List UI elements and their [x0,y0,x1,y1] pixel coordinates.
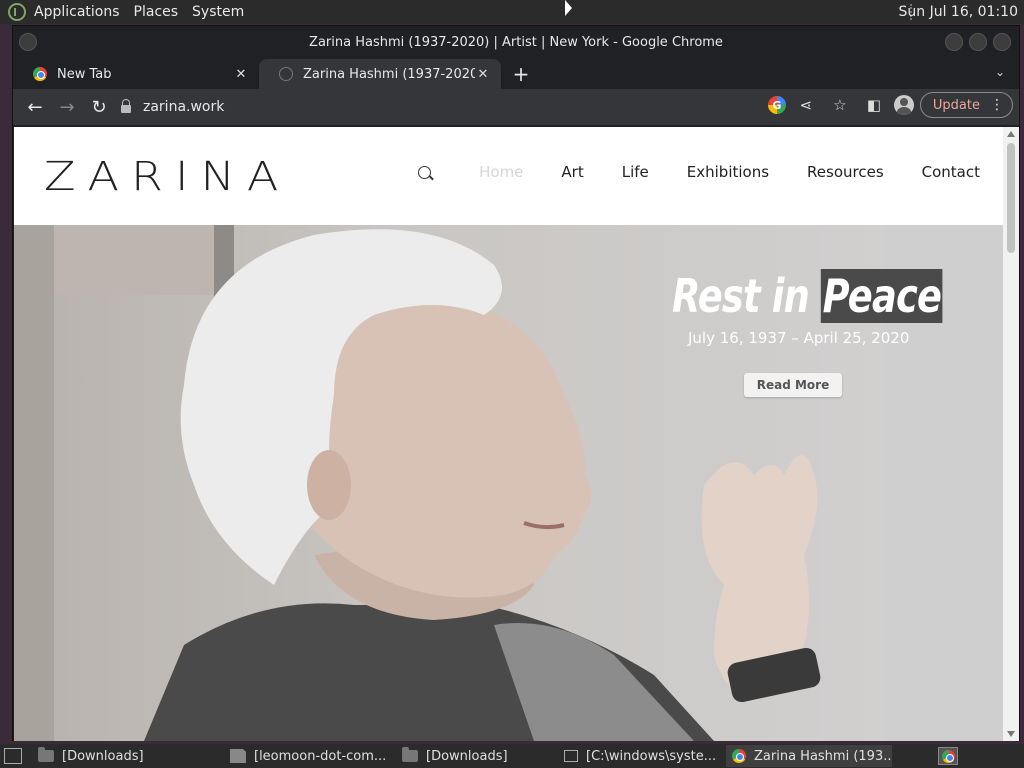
places-menu[interactable]: Places [134,4,179,20]
close-window-icon[interactable] [993,33,1011,51]
task-downloads-2[interactable]: [Downloads] [396,745,554,767]
show-desktop-icon[interactable] [4,748,22,764]
update-button[interactable]: Update ⋮ [919,92,1013,118]
nav-contact[interactable]: Contact [922,163,980,181]
applications-menu[interactable]: Applications [34,4,120,20]
site-logo[interactable]: ZARINA [44,152,290,200]
task-label: [C:\windows\syste... [586,748,717,764]
scrollbar-thumb[interactable] [1007,143,1015,253]
hero-banner: Rest in Peace July 16, 1937 – April 25, … [14,225,1004,741]
terminal-icon [564,750,578,762]
task-label: [Downloads] [426,748,508,764]
hero-dates: July 16, 1937 – April 25, 2020 [688,329,910,347]
close-tab-icon[interactable]: ✕ [233,67,249,82]
nav-life[interactable]: Life [622,163,649,181]
bookmark-star-icon[interactable]: ☆ [826,91,854,119]
google-icon[interactable]: G [767,96,786,114]
toolbar-actions: G ⋖ ☆ ◧ Update ⋮ [767,91,1013,119]
maximize-icon[interactable] [969,33,987,51]
folder-icon [38,747,54,762]
url-text[interactable]: zarina.work [143,99,224,115]
new-tab-button[interactable]: + [507,59,535,89]
task-terminal[interactable]: [C:\windows\syste... [558,745,722,767]
application-icon [230,749,246,763]
address-bar[interactable]: zarina.work [121,99,224,115]
update-label: Update [932,97,980,113]
mate-logo-icon[interactable] [8,3,26,21]
chrome-icon [732,749,746,763]
chrome-icon [33,67,47,81]
site-header: ZARINA Home Art Life Exhibitions Resourc… [14,127,1004,225]
task-downloads-1[interactable]: [Downloads] [32,745,220,767]
tab-label: New Tab [57,66,112,82]
profile-avatar-icon[interactable] [893,95,914,115]
folder-icon [402,747,418,762]
tab-strip: New Tab ✕ Zarina Hashmi (1937-2020) | A … [13,59,1019,89]
chrome-icon [941,749,955,763]
minimize-icon[interactable] [945,33,963,51]
window-title: Zarina Hashmi (1937-2020) | Artist | New… [309,35,723,50]
browser-toolbar: ← → ↻ zarina.work G ⋖ ☆ ◧ Update ⋮ [13,89,1019,125]
tab-search-chevron-icon[interactable]: ⌄ [995,65,1005,79]
site-nav: Home Art Life Exhibitions Resources Cont… [418,163,980,181]
page-scrollbar[interactable] [1003,127,1019,741]
tab-zarina[interactable]: Zarina Hashmi (1937-2020) | A ✕ [259,59,501,89]
tab-new-tab[interactable]: New Tab ✕ [13,59,259,89]
nav-home[interactable]: Home [479,163,523,181]
scroll-up-icon[interactable] [1007,131,1015,137]
browser-window: Zarina Hashmi (1937-2020) | Artist | New… [12,25,1020,741]
search-icon[interactable] [418,165,432,179]
tab-label: Zarina Hashmi (1937-2020) | A [303,66,475,82]
task-chrome[interactable]: Zarina Hashmi (193... [726,745,892,767]
page-icon [279,67,293,81]
forward-icon[interactable]: → [51,91,83,123]
lock-icon[interactable] [121,99,131,113]
task-leomoon[interactable]: [leomoon-dot-com... [224,745,392,767]
window-titlebar[interactable]: Zarina Hashmi (1937-2020) | Artist | New… [13,26,1019,59]
mouse-cursor-icon [565,0,572,21]
share-icon[interactable]: ⋖ [792,91,820,119]
nav-art[interactable]: Art [561,163,583,181]
workspace-chrome-icon[interactable] [938,747,958,765]
task-label: [Downloads] [62,748,144,764]
scroll-down-icon[interactable] [1007,731,1015,737]
hero-title-part1: Rest in [672,269,810,323]
reload-icon[interactable]: ↻ [83,91,115,123]
taskbar: [Downloads] [leomoon-dot-com... [Downloa… [0,744,1024,768]
side-panel-icon[interactable]: ◧ [860,91,888,119]
kebab-menu-icon[interactable]: ⋮ [990,97,1004,113]
close-tab-icon[interactable]: ✕ [475,67,491,82]
system-menu-bar: Applications Places System [34,4,244,20]
hero-title: Rest in Peace [672,269,943,323]
nav-resources[interactable]: Resources [807,163,884,181]
task-label: Zarina Hashmi (193... [754,748,892,764]
clock[interactable]: Sun Jul 16, 01:10 [899,4,1019,20]
hero-title-part2: Peace [821,269,943,323]
window-menu-icon[interactable] [19,33,37,51]
back-icon[interactable]: ← [19,91,51,123]
page-viewport: ZARINA Home Art Life Exhibitions Resourc… [14,127,1004,741]
system-menu[interactable]: System [192,4,244,20]
system-panel: Applications Places System Sun Jul 16, 0… [0,0,1024,24]
nav-exhibitions[interactable]: Exhibitions [687,163,769,181]
read-more-button[interactable]: Read More [744,373,842,397]
task-label: [leomoon-dot-com... [254,748,387,764]
